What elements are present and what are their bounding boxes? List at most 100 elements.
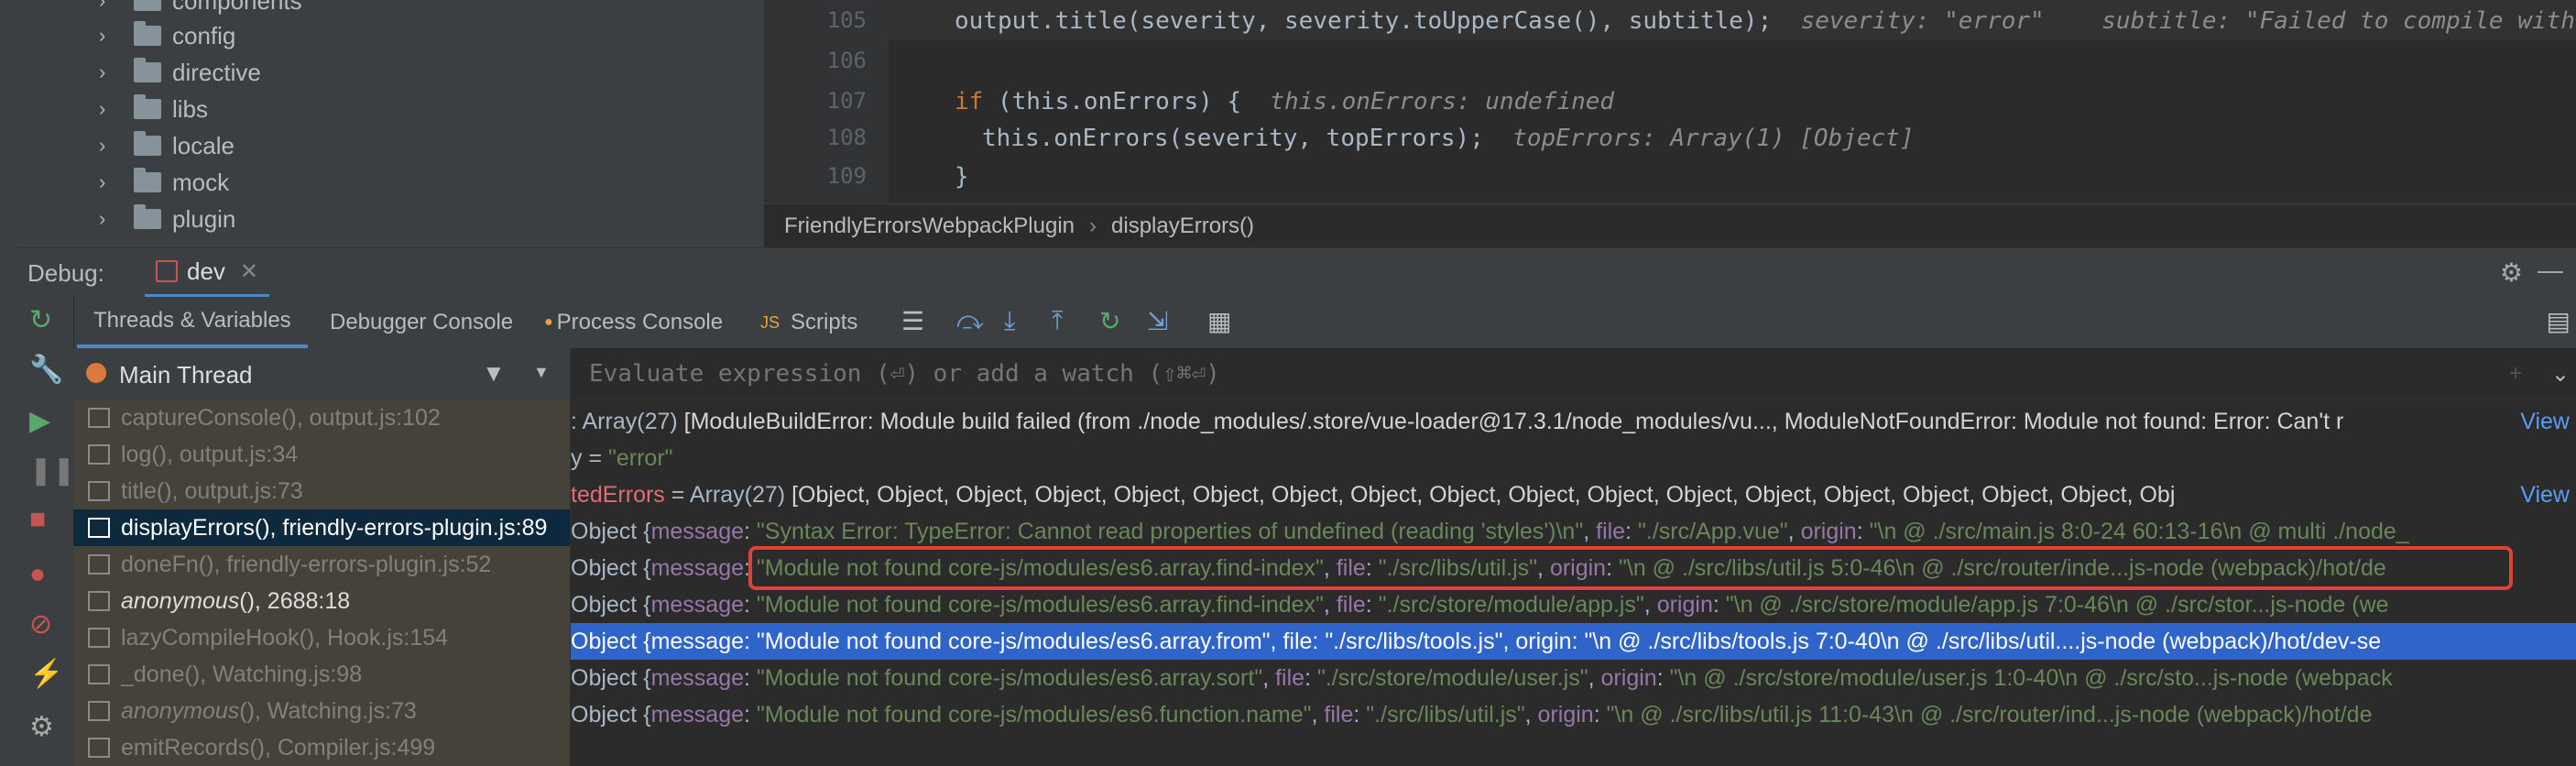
line-number: 106 (826, 48, 867, 73)
breadcrumb-class[interactable]: FriendlyErrorsWebpackPlugin (784, 213, 1075, 239)
debug-label: Debug: (27, 259, 104, 287)
chevron-down-icon[interactable]: ⌄ (2551, 361, 2570, 388)
chevron-right-icon: › (99, 134, 106, 157)
rerun-icon[interactable]: ↻ (29, 304, 52, 336)
frame-item[interactable]: _done(), Watching.js:98 (73, 656, 570, 693)
debug-header: Debug: dev ✕ ⚙ — (16, 247, 2576, 298)
chevron-right-icon: › (99, 0, 106, 12)
left-tool-strip (0, 0, 17, 766)
frame-icon (88, 701, 110, 721)
folder-icon (134, 21, 161, 46)
chevron-right-icon: › (99, 207, 106, 230)
tree-folder-config[interactable]: › config (99, 18, 235, 53)
watch-row: + ⌄ (571, 348, 2576, 400)
tab-scripts[interactable]: JS Scripts (760, 297, 857, 348)
add-watch-icon[interactable]: + (2509, 361, 2522, 387)
frame-item[interactable]: lazyCompileHook(), Hook.js:154 (73, 619, 570, 656)
chevron-right-icon: › (99, 24, 106, 47)
debug-toolbar: Threads & Variables Debugger Console ● Pr… (16, 297, 2576, 349)
frame-item[interactable]: captureConsole(), output.js:102 (73, 399, 570, 436)
frame-item[interactable]: title(), output.js:73 (73, 473, 570, 509)
resume-icon[interactable]: ▶ (29, 405, 50, 437)
tree-folder-directive[interactable]: › directive (99, 55, 261, 90)
folder-icon (134, 168, 161, 192)
frame-item-selected[interactable]: displayErrors(), friendly-errors-plugin.… (73, 509, 570, 546)
frame-item[interactable]: log(), output.js:34 (73, 436, 570, 473)
code-line-108: this.onErrors(severity, topErrors); topE… (982, 125, 1915, 152)
tree-folder-plugin[interactable]: › plugin (99, 202, 235, 236)
inline-hint: severity: "error" subtitle: "Failed to c… (1800, 7, 2575, 35)
step-out-icon[interactable]: ⤒ (1052, 306, 1063, 336)
step-into-icon[interactable]: ⤓ (1004, 306, 1015, 336)
mute-breakpoints-icon[interactable]: ⊘ (29, 608, 52, 640)
frame-icon (88, 738, 110, 758)
minimize-icon[interactable]: — (2538, 256, 2563, 285)
frame-icon (88, 444, 110, 465)
tree-folder-locale[interactable]: › locale (99, 128, 235, 163)
code-line-107: if (this.onErrors) { this.onErrors: unde… (955, 88, 1615, 115)
menu-icon[interactable]: ☰ (901, 306, 924, 336)
tree-folder-mock[interactable]: › mock (99, 165, 229, 200)
close-icon[interactable]: ✕ (240, 258, 258, 285)
frame-item[interactable]: doneFn(), friendly-errors-plugin.js:52 (73, 546, 570, 583)
chevron-right-icon: › (99, 97, 106, 120)
run-config-icon (156, 260, 178, 282)
object-row-selected[interactable]: Object {message: "Module not found core-… (571, 623, 2576, 660)
frame-item[interactable]: anonymous (), Watching.js:73 (73, 693, 570, 729)
view-link[interactable]: View (2520, 409, 2570, 435)
filter-icon[interactable]: ▼ (482, 359, 506, 388)
project-tree: › components › config › directive › libs › lo… (16, 0, 764, 247)
breadcrumb-method[interactable]: displayErrors() (1111, 213, 1254, 239)
folder-icon (134, 94, 161, 119)
tab-debugger-console[interactable]: Debugger Console (330, 297, 513, 348)
frame-icon (88, 591, 110, 611)
debug-action-strip: ↻ 🔧 ▶ ❚❚ ■ ● ⊘ ⚡ ⚙ (16, 297, 75, 766)
code-line-105: output.title(severity, severity.toUpperC… (955, 7, 2575, 35)
chevron-right-icon: › (99, 170, 106, 193)
object-row[interactable]: Object {message: "Syntax Error: TypeErro… (571, 513, 2576, 550)
breadcrumb: FriendlyErrorsWebpackPlugin › displayErr… (764, 203, 2576, 248)
console-icon: ● (544, 314, 553, 330)
frames-list: captureConsole(), output.js:102 log(), o… (73, 399, 570, 766)
chevron-down-icon[interactable]: ▼ (533, 363, 550, 382)
view-link[interactable]: View (2520, 482, 2570, 509)
code-editor[interactable]: 105 106 107 108 109 output.title(severit… (764, 0, 2576, 203)
object-row[interactable]: Object {message: "Module not found core-… (571, 586, 2576, 623)
evaluate-icon[interactable]: ▦ (1207, 306, 1231, 336)
frame-icon (88, 628, 110, 648)
lightning-icon[interactable]: ⚡ (29, 658, 63, 690)
folder-icon (134, 58, 161, 82)
settings-icon[interactable]: ⚙ (29, 711, 54, 743)
thread-selector[interactable]: Main Thread ▼ ▼ (73, 348, 570, 400)
folder-icon (134, 0, 161, 11)
layout-icon[interactable]: ▤ (2547, 306, 2571, 336)
object-row[interactable]: Object {message: "Module not found core-… (571, 660, 2576, 696)
restart-frame-icon[interactable]: ↻ (1099, 306, 1120, 336)
step-over-icon[interactable]: ⤼ (956, 306, 984, 336)
wrench-icon[interactable]: 🔧 (29, 354, 63, 386)
pause-icon[interactable]: ❚❚ (29, 454, 75, 487)
run-to-cursor-icon[interactable]: ⇲ (1147, 306, 1168, 336)
frame-item[interactable]: anonymous (), 2688:18 (73, 583, 570, 619)
thread-status-icon (86, 363, 106, 383)
chevron-right-icon: › (1089, 213, 1097, 238)
tab-threads-variables[interactable]: Threads & Variables (77, 297, 308, 348)
line-number: 105 (826, 7, 867, 33)
frame-icon (88, 518, 110, 538)
tree-folder-libs[interactable]: › libs (99, 92, 208, 126)
view-breakpoints-icon[interactable]: ● (29, 559, 46, 590)
tree-folder-components[interactable]: › components (99, 0, 302, 18)
stop-icon[interactable]: ■ (29, 504, 46, 535)
tab-process-console[interactable]: ● Process Console (544, 297, 723, 348)
gear-icon[interactable]: ⚙ (2500, 257, 2523, 288)
folder-icon (134, 131, 161, 156)
frame-icon (88, 554, 110, 574)
variable-row[interactable]: : Array(27) [ModuleBuildError: Module bu… (571, 403, 2576, 440)
debug-session-tab[interactable]: dev ✕ (145, 248, 270, 298)
object-row[interactable]: Object {message: "Module not found core-… (571, 696, 2576, 733)
variable-row[interactable]: y = "error" (571, 440, 2576, 476)
line-number: 108 (826, 125, 867, 150)
frame-item[interactable]: emitRecords(), Compiler.js:499 (73, 729, 570, 766)
variable-row[interactable]: tedErrors = Array(27) [Object, Object, O… (571, 476, 2576, 513)
evaluate-expression-input[interactable] (587, 359, 2240, 388)
